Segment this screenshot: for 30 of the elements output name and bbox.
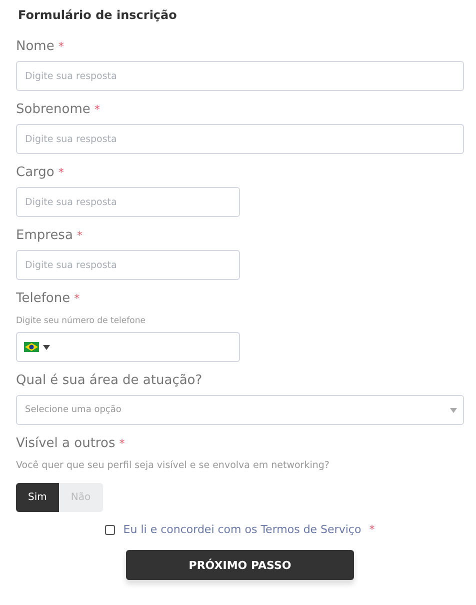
phone-input[interactable] [16, 332, 240, 362]
caret-icon [450, 408, 457, 412]
required-asterisk: * [58, 40, 64, 53]
form-title: Formulário de inscrição [18, 7, 178, 24]
field-label: Empresa [16, 228, 73, 243]
caret-icon [43, 344, 50, 350]
field-label: Cargo [16, 165, 54, 180]
required-asterisk: * [76, 229, 82, 242]
required-asterisk: * [119, 437, 125, 450]
terms-label: Eu li e concordei com os Termos de Serviço [123, 523, 362, 536]
field-label: Qual é sua área de atuação? [16, 373, 202, 388]
text-input[interactable]: Digite sua resposta [16, 187, 240, 217]
select-placeholder: Selecione uma opção [25, 405, 122, 415]
text-input[interactable]: Digite sua resposta [16, 61, 464, 91]
text-input[interactable]: Digite sua resposta [16, 124, 464, 154]
field-label: Sobrenome [16, 102, 90, 117]
toggle-option[interactable]: Sim [16, 483, 59, 512]
brazil-flag-icon [24, 342, 39, 352]
text-input[interactable]: Digite sua resposta [16, 250, 240, 280]
next-step-button[interactable]: PRÓXIMO PASSO [126, 550, 354, 580]
required-asterisk: * [74, 292, 80, 305]
required-asterisk: * [58, 166, 64, 179]
required-asterisk: * [94, 103, 100, 116]
field-label: Nome [16, 39, 54, 54]
field-hint: Digite seu número de telefone [16, 316, 146, 326]
terms-checkbox[interactable] [105, 524, 116, 534]
field-label: Visível a outros [16, 436, 116, 451]
required-asterisk: * [369, 523, 375, 536]
field-label: Telefone [16, 291, 70, 306]
field-hint: Você quer que seu perfil seja visível e se envolva em networking? [16, 460, 330, 471]
